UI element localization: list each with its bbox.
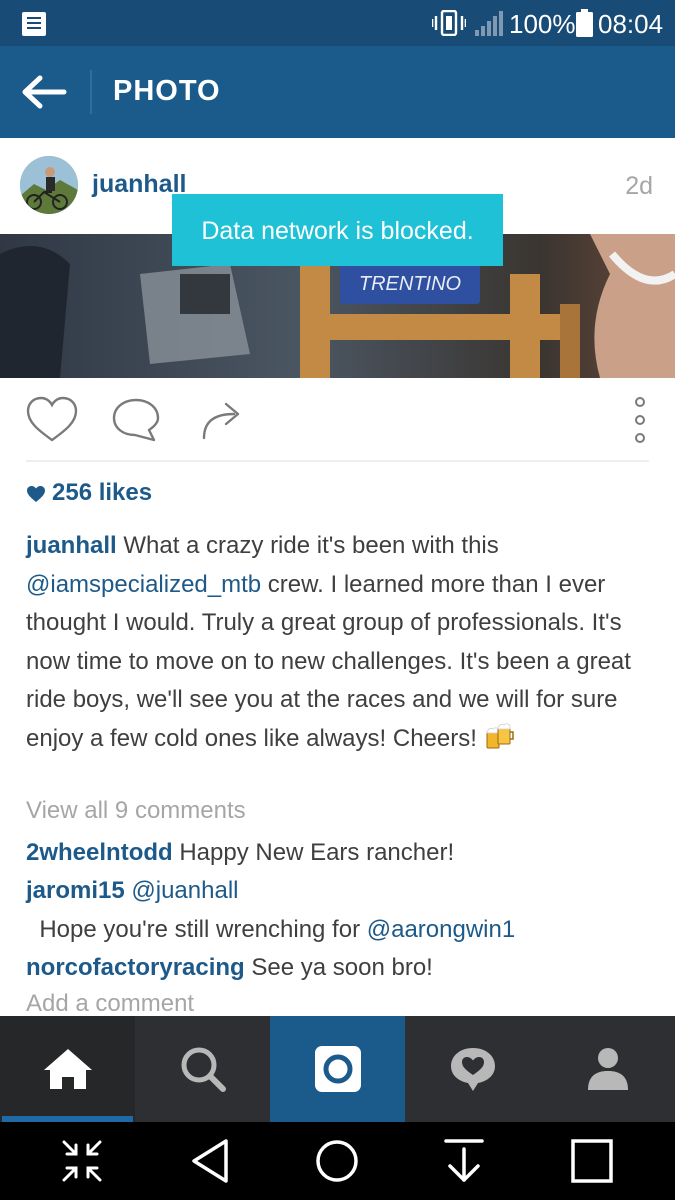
download-icon bbox=[444, 1139, 484, 1182]
like-heart-icon bbox=[27, 486, 45, 502]
likes-count[interactable]: 256 likes bbox=[26, 479, 152, 507]
home-circle-icon bbox=[316, 1140, 358, 1182]
caption-text-before: What a crazy ride it's been with this bbox=[116, 532, 499, 559]
add-comment-input[interactable]: Add a comment bbox=[26, 990, 194, 1018]
comment-text: See ya soon bro! bbox=[244, 954, 433, 981]
comment-icon[interactable] bbox=[108, 394, 164, 446]
clock: 08:04 bbox=[598, 9, 664, 39]
post-caption: juanhall What a crazy ride it's been wit… bbox=[26, 527, 651, 758]
caption-mention[interactable]: @iamspecialized_mtb bbox=[26, 571, 261, 598]
shrink-icon bbox=[62, 1140, 102, 1182]
tab-activity[interactable] bbox=[405, 1016, 540, 1122]
tab-profile[interactable] bbox=[540, 1016, 675, 1122]
photo-text: TRENTINO bbox=[359, 273, 461, 295]
recents-square-icon bbox=[571, 1139, 613, 1183]
vibrate-icon bbox=[432, 10, 466, 36]
more-options-icon[interactable] bbox=[612, 394, 668, 446]
caption-username[interactable]: juanhall bbox=[26, 532, 117, 559]
battery-icon bbox=[576, 9, 593, 37]
comment-username[interactable]: norcofactoryracing bbox=[26, 954, 245, 981]
view-all-comments-link[interactable]: View all 9 comments bbox=[26, 797, 246, 825]
likes-label: 256 likes bbox=[52, 479, 153, 506]
avatar[interactable] bbox=[20, 156, 78, 214]
beer-mugs-emoji bbox=[486, 722, 514, 748]
page-title: PHOTO bbox=[113, 75, 221, 107]
comment-item: 2wheelntodd Happy New Ears rancher! bbox=[26, 834, 651, 873]
actions-divider bbox=[26, 460, 649, 462]
activity-icon bbox=[450, 1048, 495, 1091]
profile-icon bbox=[587, 1048, 628, 1090]
camera-icon bbox=[314, 1046, 361, 1092]
app-bar: PHOTO bbox=[0, 46, 675, 138]
home-icon bbox=[43, 1049, 92, 1089]
comment-item: jaromi15 @juanhall Hope you're still wre… bbox=[26, 872, 651, 949]
system-recents-button[interactable] bbox=[566, 1136, 618, 1186]
back-triangle-icon bbox=[192, 1139, 228, 1183]
status-bar: 100% 08:04 bbox=[0, 0, 675, 46]
app-bar-divider bbox=[90, 70, 92, 114]
system-home-button[interactable] bbox=[311, 1136, 363, 1186]
tab-search[interactable] bbox=[135, 1016, 270, 1122]
comment-item: norcofactoryracing See ya soon bro! bbox=[26, 949, 651, 988]
bottom-nav bbox=[0, 1016, 675, 1122]
system-back-button[interactable] bbox=[184, 1136, 236, 1186]
post-timestamp: 2d bbox=[625, 172, 653, 200]
comment-mention[interactable]: @juanhall bbox=[131, 877, 238, 904]
post-actions bbox=[0, 378, 675, 462]
comment-username[interactable]: 2wheelntodd bbox=[26, 839, 173, 866]
arrow-back-icon[interactable] bbox=[20, 72, 68, 112]
system-nav-bar bbox=[0, 1122, 675, 1200]
tab-camera[interactable] bbox=[270, 1016, 405, 1122]
comment-text: Hope you're still wrenching for bbox=[26, 915, 367, 943]
shrink-button[interactable] bbox=[56, 1136, 108, 1186]
tab-home[interactable] bbox=[0, 1016, 135, 1122]
system-download-button[interactable] bbox=[438, 1136, 490, 1186]
search-icon bbox=[181, 1047, 226, 1092]
comment-mention[interactable]: @aarongwin1 bbox=[367, 916, 515, 943]
comment-username[interactable]: jaromi15 bbox=[26, 877, 125, 904]
battery-percent: 100% bbox=[509, 9, 576, 39]
comment-text: Happy New Ears rancher! bbox=[172, 839, 455, 866]
notification-icon bbox=[22, 12, 46, 36]
toast-message: Data network is blocked. bbox=[172, 194, 503, 266]
share-icon[interactable] bbox=[194, 394, 250, 446]
signal-icon bbox=[475, 11, 503, 36]
heart-icon[interactable] bbox=[24, 394, 80, 446]
